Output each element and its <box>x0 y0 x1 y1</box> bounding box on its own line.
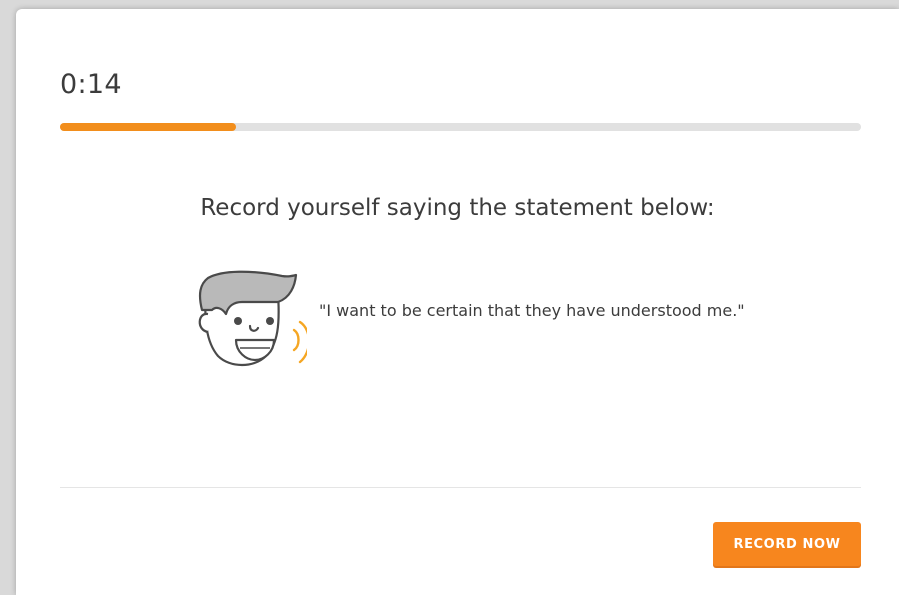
record-now-button[interactable]: RECORD NOW <box>713 522 861 566</box>
progress-bar <box>60 123 861 131</box>
progress-bar-fill <box>60 123 237 131</box>
speaking-question-card: 0:14 Record yourself saying the statemen… <box>16 9 899 595</box>
instruction-text: Record yourself saying the statement bel… <box>200 195 715 221</box>
footer-divider <box>60 487 861 488</box>
speaking-face-icon <box>198 270 307 367</box>
timer-display: 0:14 <box>60 69 122 100</box>
statement-text: "I want to be certain that they have und… <box>319 301 745 320</box>
